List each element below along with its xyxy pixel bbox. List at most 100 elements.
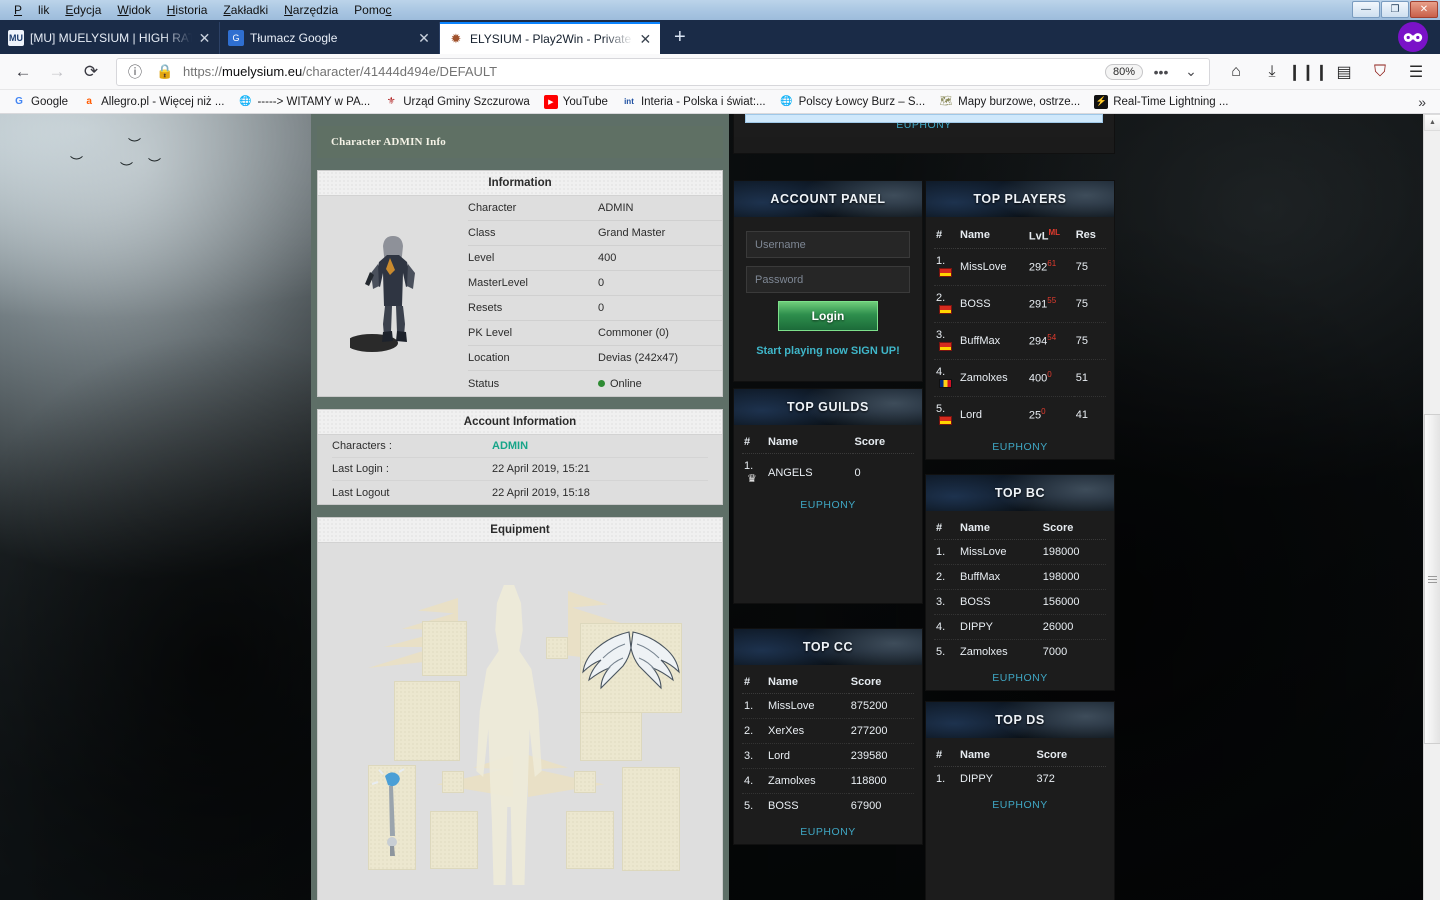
equipment-slot-ring-right[interactable] — [574, 771, 596, 793]
tab-muelysium[interactable]: MU [MU] MUELYSIUM | HIGH RATE ✕ — [0, 22, 220, 54]
equipment-slot-gloves[interactable] — [580, 711, 642, 761]
downloads-icon[interactable]: ⤓ — [1256, 58, 1288, 86]
info-icon[interactable]: ⓘ — [123, 62, 147, 82]
maximize-button[interactable]: ❐ — [1381, 1, 1409, 18]
page-scrollbar[interactable]: ▲ — [1423, 114, 1440, 900]
table-header-row: # Name Score — [934, 516, 1106, 540]
top-ds-title: TOP DS — [926, 701, 1114, 738]
bookmark-lowcy-burz[interactable]: 🌐 Polscy Łowcy Burz – S... — [774, 93, 932, 111]
table-row: 1. MissLove 198000 — [934, 539, 1106, 565]
player-name-cell[interactable]: Zamolxes — [958, 359, 1027, 397]
table-row: 2. XerXes 277200 — [742, 718, 914, 744]
player-name-cell[interactable]: MissLove — [766, 693, 849, 719]
menu-item-edycja[interactable]: Edycja — [57, 1, 109, 19]
bookmark-interia[interactable]: int Interia - Polska i świat:... — [616, 93, 772, 111]
menu-item-narzedzia[interactable]: Narzędzia — [276, 1, 346, 19]
scrollbar-thumb[interactable] — [1424, 414, 1440, 744]
player-name-cell[interactable]: BOSS — [958, 285, 1027, 323]
scroll-up-arrow-icon[interactable]: ▲ — [1424, 114, 1440, 131]
account-key: Characters : — [332, 440, 392, 452]
table-row: 5. Zamolxes 7000 — [934, 639, 1106, 664]
url-bar[interactable]: ⓘ 🔒 https://muelysium.eu/character/41444… — [116, 57, 1210, 86]
info-value: Commoner (0) — [598, 327, 669, 339]
player-name-cell[interactable]: DIPPY — [958, 614, 1041, 640]
close-icon[interactable]: ✕ — [198, 30, 211, 47]
equipment-slot-pants[interactable] — [566, 811, 614, 869]
table-row: 4. DIPPY 26000 — [934, 614, 1106, 640]
zoom-level-badge[interactable]: 80% — [1104, 63, 1143, 80]
player-name-cell[interactable]: Lord — [958, 396, 1027, 433]
player-name-cell[interactable]: MissLove — [958, 539, 1041, 565]
ellipsis-icon[interactable]: ••• — [1149, 64, 1173, 80]
menu-bar: Plik Edycja Widok Historia Zakładki Narz… — [0, 1, 400, 19]
minimize-button[interactable]: — — [1352, 1, 1380, 18]
equipment-slot-armor[interactable] — [394, 681, 460, 761]
player-name-cell[interactable]: BuffMax — [958, 322, 1027, 360]
info-row-status: Status Online — [468, 371, 722, 396]
bookmark-witamy[interactable]: 🌐 -----> WITAMY w PA... — [232, 93, 376, 111]
username-input[interactable]: Username — [746, 231, 910, 258]
player-name-cell[interactable]: BuffMax — [958, 564, 1041, 590]
forward-arrow-icon[interactable]: → — [42, 58, 72, 86]
bookmark-youtube[interactable]: ▶ YouTube — [538, 93, 614, 111]
bookmarks-overflow-icon[interactable]: » — [1418, 94, 1434, 110]
top-guilds-filler — [734, 517, 922, 603]
player-name-cell[interactable]: DIPPY — [958, 766, 1035, 791]
reload-icon[interactable]: ⟳ — [76, 58, 106, 86]
close-icon[interactable]: ✕ — [417, 30, 431, 47]
rank-cell: 4. — [934, 359, 958, 397]
home-icon[interactable]: ⌂ — [1220, 58, 1252, 86]
equipment-slot-helm[interactable] — [422, 621, 467, 676]
equipment-slot-weapon-left[interactable] — [368, 765, 416, 870]
top-cc-table: # Name Score 1. MissLove 875200 2. XerXes 27… — [742, 671, 914, 818]
bookmark-allegro[interactable]: a Allegro.pl - Więcej niż ... — [76, 93, 230, 111]
equipment-slot-ring-left[interactable] — [442, 771, 464, 793]
player-name-cell[interactable]: Zamolxes — [958, 639, 1041, 664]
euphony-footer: EUPHONY — [926, 794, 1114, 817]
crest-icon: ⚜ — [386, 96, 396, 107]
online-status-dot-icon — [598, 379, 605, 387]
player-name-cell[interactable]: BOSS — [958, 589, 1041, 615]
bookmark-google[interactable]: G Google — [6, 93, 74, 111]
player-name-cell[interactable]: BOSS — [766, 794, 849, 819]
menu-item-widok[interactable]: Widok — [109, 1, 158, 19]
bookmark-mapy-burzowe[interactable]: 🗺 Mapy burzowe, ostrze... — [933, 93, 1086, 111]
equipment-slot-pendant[interactable] — [546, 637, 568, 659]
back-arrow-icon[interactable]: ← — [8, 58, 38, 86]
menu-hamburger-icon[interactable]: ☰ — [1400, 58, 1432, 86]
player-name-cell[interactable]: Zamolxes — [766, 768, 849, 794]
top-players-widget: TOP PLAYERS # Name LvLML Res 1. MissLove… — [925, 180, 1115, 460]
info-value: 0 — [598, 277, 605, 289]
ublock-icon[interactable]: ⛉ — [1364, 58, 1396, 86]
equipment-slot-weapon-right[interactable] — [622, 767, 680, 871]
bookmark-urzad-gminy[interactable]: ⚜ Urząd Gminy Szczurowa — [378, 93, 536, 111]
new-tab-button[interactable]: + — [660, 22, 700, 54]
bookmark-realtime-lightning[interactable]: ⚡ Real-Time Lightning ... — [1088, 93, 1234, 111]
equipment-slot-boots[interactable] — [430, 811, 478, 869]
pocket-icon[interactable]: ⌄ — [1179, 63, 1203, 80]
library-icon[interactable]: ❙❙❙ — [1288, 58, 1328, 86]
tab-tlumacz-google[interactable]: G Tłumacz Google ✕ — [220, 22, 440, 54]
guild-name-cell[interactable]: ANGELS — [766, 454, 853, 492]
player-name-cell[interactable]: MissLove — [958, 248, 1027, 286]
signup-link[interactable]: Start playing now SIGN UP! — [746, 331, 910, 381]
account-value-character-link[interactable]: ADMIN — [492, 440, 528, 452]
bookmarks-bar: G Google a Allegro.pl - Więcej niż ... 🌐… — [0, 90, 1440, 114]
window-controls: — ❐ ✕ — [1352, 1, 1438, 18]
menu-item-zakladki[interactable]: Zakładki — [215, 1, 276, 19]
player-name-cell[interactable]: XerXes — [766, 718, 849, 744]
menu-item-plik[interactable]: Plik — [6, 1, 57, 19]
tab-elysium[interactable]: ✹ ELYSIUM - Play2Win - Private S ✕ — [440, 22, 660, 54]
account-panel-widget: ACCOUNT PANEL Username Password Login St… — [733, 180, 923, 382]
login-button[interactable]: Login — [778, 301, 878, 331]
info-row-character: Character ADMIN — [468, 196, 722, 221]
menu-item-historia[interactable]: Historia — [159, 1, 216, 19]
equipment-slot-wings[interactable] — [580, 623, 682, 713]
sidebar-icon[interactable]: ▤ — [1328, 58, 1360, 86]
password-input[interactable]: Password — [746, 266, 910, 293]
player-name-cell[interactable]: Lord — [766, 743, 849, 769]
close-button[interactable]: ✕ — [1410, 1, 1438, 18]
table-row: 4. Zamolxes 4000 51 — [934, 359, 1106, 397]
close-icon[interactable]: ✕ — [639, 31, 652, 48]
menu-item-pomoc[interactable]: Pomoc — [346, 1, 399, 19]
